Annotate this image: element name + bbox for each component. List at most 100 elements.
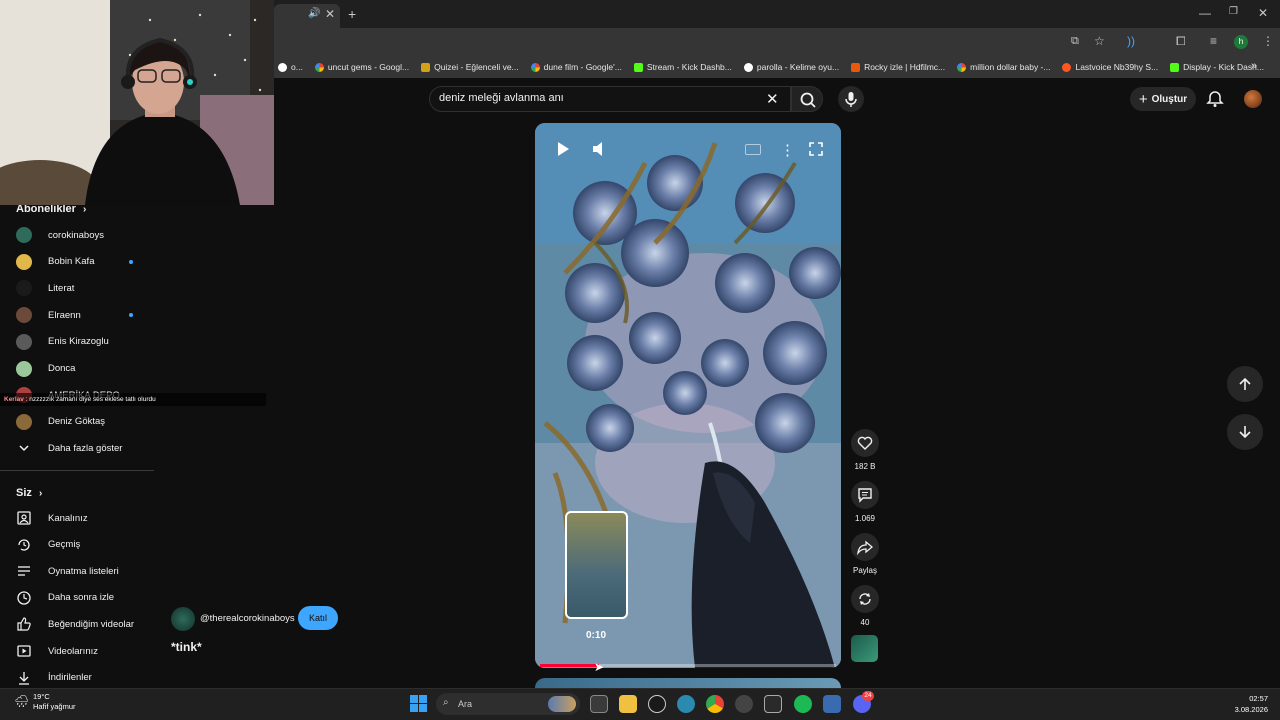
new-tab-icon[interactable]: + xyxy=(348,6,356,22)
bookmark-favicon-icon xyxy=(633,62,643,72)
taskbar-search-placeholder: Ara xyxy=(458,699,473,709)
subscription-label: Enis Kirazoglu xyxy=(48,336,109,348)
chatgpt-icon[interactable] xyxy=(648,695,666,713)
notifications-bell-icon[interactable] xyxy=(1206,90,1224,113)
audio-extension-icon[interactable]: )) xyxy=(1127,34,1135,48)
remix-button[interactable] xyxy=(851,585,879,613)
you-item[interactable]: Geçmiş xyxy=(16,532,154,558)
taskbar-search-input[interactable]: ⌕ Ara xyxy=(436,693,580,715)
browser-tab-active[interactable]: 🔊 ✕ xyxy=(274,4,340,28)
download-icon xyxy=(16,670,32,686)
chrome-icon[interactable] xyxy=(706,695,724,713)
you-item[interactable]: Daha sonra izle xyxy=(16,585,154,611)
you-item[interactable]: İndirilenler xyxy=(16,665,154,691)
file-explorer-icon[interactable] xyxy=(619,695,637,713)
search-query[interactable]: deniz meleği avlanma anı xyxy=(439,92,564,104)
next-short-button[interactable] xyxy=(1227,414,1263,450)
play-icon[interactable] xyxy=(556,141,570,160)
bookmark-favicon-icon xyxy=(530,62,540,72)
search-highlight-icon xyxy=(548,696,576,712)
volume-icon[interactable] xyxy=(592,141,606,160)
weather-widget[interactable]: 19°C Hafif yağmur xyxy=(33,692,76,712)
channel-avatar xyxy=(16,413,32,430)
seek-preview-time: 0:10 xyxy=(586,630,607,641)
windows-start-icon[interactable] xyxy=(410,695,427,712)
more-bookmarks-icon[interactable]: » xyxy=(1251,60,1257,72)
you-item[interactable]: Kanalınız xyxy=(16,505,154,531)
subscription-label: Donca xyxy=(48,363,76,374)
bookmark-item[interactable]: o... xyxy=(272,62,309,72)
bookmark-label: o... xyxy=(291,62,303,72)
bookmark-label: uncut gems - Googl... xyxy=(327,62,410,72)
new-content-dot xyxy=(129,313,133,318)
captions-icon[interactable] xyxy=(745,144,761,155)
media-controls-icon[interactable]: ≡ xyxy=(1210,34,1217,48)
you-item[interactable]: Beğendiğim videolar xyxy=(16,611,154,637)
spotify-icon[interactable] xyxy=(794,695,812,713)
comments-button[interactable] xyxy=(851,481,879,509)
bookmark-star-icon[interactable]: ☆ xyxy=(1094,34,1105,48)
show-more-button[interactable]: Daha fazla göster xyxy=(16,435,154,461)
cast-icon[interactable]: ⧉ xyxy=(1071,35,1079,48)
restore-icon[interactable]: ❐ xyxy=(1229,6,1238,17)
bookmark-item[interactable]: Rocky izle | Hdfilmc... xyxy=(845,62,951,72)
video-icon xyxy=(16,643,32,659)
subscription-item[interactable]: Donca xyxy=(16,356,154,382)
comment-count: 1.069 xyxy=(854,514,876,523)
bookmark-item[interactable]: million dollar baby -... xyxy=(951,62,1056,72)
subscription-item[interactable]: Bobin Kafa xyxy=(16,249,154,275)
app-icon-2[interactable] xyxy=(823,695,841,713)
progress-fill xyxy=(540,664,600,667)
chevron-right-icon: › xyxy=(38,488,43,499)
bookmark-item[interactable]: Stream - Kick Dashb... xyxy=(628,62,738,72)
channel-name[interactable]: @therealcorokinaboys xyxy=(200,613,295,624)
channel-avatar[interactable] xyxy=(171,607,195,631)
you-heading[interactable]: Siz › xyxy=(16,487,42,499)
profile-icon[interactable]: h xyxy=(1234,35,1248,49)
window-close-icon[interactable]: ✕ xyxy=(1258,6,1268,20)
more-options-icon[interactable]: ⋮ xyxy=(780,141,795,159)
bookmark-item[interactable]: Lastvoice Nb39hy S... xyxy=(1056,62,1164,72)
share-button[interactable] xyxy=(851,533,879,561)
webcam-feed xyxy=(0,0,274,205)
voice-search-button[interactable] xyxy=(838,86,864,112)
channel-avatar xyxy=(16,360,32,377)
subscription-item[interactable]: Elraenn xyxy=(16,302,154,328)
previous-short-button[interactable] xyxy=(1227,366,1263,402)
you-item[interactable]: Oynatma listeleri xyxy=(16,558,154,584)
weather-condition: Hafif yağmur xyxy=(33,702,76,711)
subscription-label: Deniz Göktaş xyxy=(48,416,106,428)
bookmark-item[interactable]: parolla - Kelime oyu... xyxy=(738,62,845,72)
fullscreen-icon[interactable] xyxy=(809,142,823,159)
create-button[interactable]: + Oluştur xyxy=(1130,87,1196,111)
remix-icon xyxy=(859,593,871,605)
history-icon xyxy=(16,537,32,553)
subscription-item[interactable]: Deniz Göktaş xyxy=(16,409,154,435)
capcut-icon[interactable] xyxy=(764,695,782,713)
taskbar-clock[interactable]: 02:57 3.08.2026 xyxy=(1216,693,1268,715)
tab-audio-icon[interactable]: 🔊 xyxy=(308,8,320,19)
bookmark-item[interactable]: uncut gems - Googl... xyxy=(309,62,415,72)
search-button[interactable] xyxy=(791,86,823,112)
app-icon[interactable] xyxy=(677,695,695,713)
tab-close-icon[interactable]: ✕ xyxy=(325,7,335,21)
subscription-item[interactable]: Literat xyxy=(16,275,154,301)
extensions-icon[interactable]: ⧠ xyxy=(1176,34,1186,49)
bookmark-favicon-icon xyxy=(314,62,324,72)
user-avatar[interactable] xyxy=(1244,90,1262,108)
like-button[interactable] xyxy=(851,429,879,457)
you-item[interactable]: Videolarınız xyxy=(16,638,154,664)
task-view-icon[interactable] xyxy=(590,695,608,713)
you-item-label: Daha sonra izle xyxy=(48,592,115,604)
bookmark-item[interactable]: dune film - Google'... xyxy=(525,62,628,72)
comment-icon xyxy=(858,488,872,503)
bookmark-item[interactable]: Quizei - Eğlenceli ve... xyxy=(415,62,525,72)
sound-thumbnail[interactable] xyxy=(851,635,878,662)
browser-menu-icon[interactable]: ⋮ xyxy=(1262,34,1274,48)
minimize-icon[interactable]: — xyxy=(1199,6,1211,20)
clear-search-icon[interactable]: ✕ xyxy=(766,90,779,108)
join-button[interactable]: Katıl xyxy=(298,606,338,630)
subscription-item[interactable]: corokinaboys xyxy=(16,222,154,248)
obs-icon[interactable] xyxy=(735,695,753,713)
subscription-item[interactable]: Enis Kirazoglu xyxy=(16,329,154,355)
